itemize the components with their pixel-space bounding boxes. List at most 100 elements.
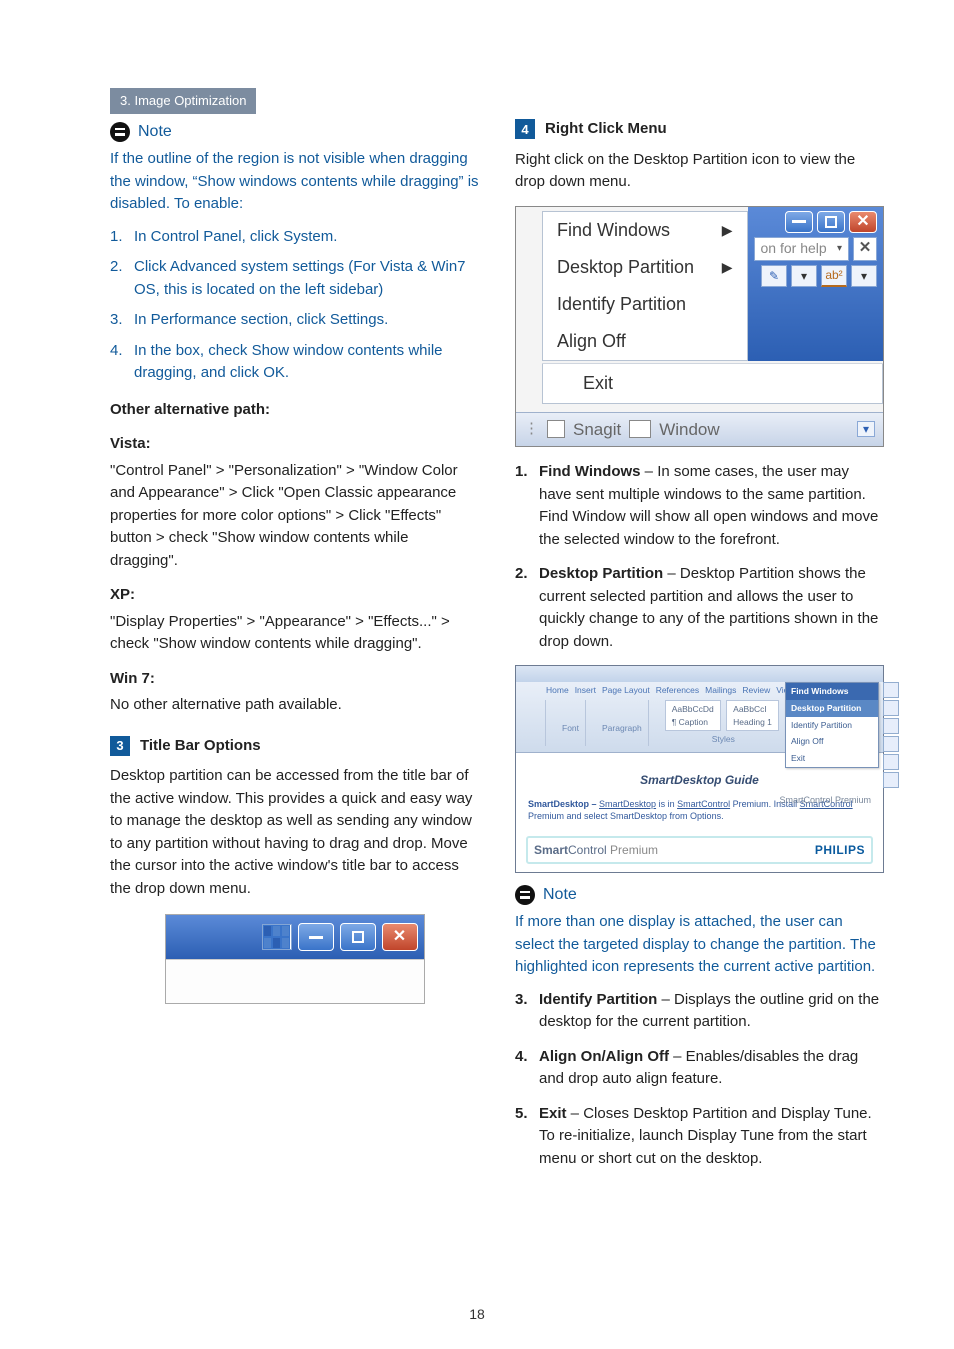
partition-icon	[883, 736, 899, 752]
section-4-number: 4	[515, 119, 535, 139]
step-3: 3.In Performance section, click Settings…	[110, 309, 479, 332]
context-menu: Find Windows▶ Desktop Partition▶ Identif…	[542, 211, 748, 361]
menu-exit: Exit	[542, 364, 883, 404]
popup-align-off: Align Off	[786, 733, 878, 750]
vista-text: "Control Panel" > "Personalization" > "W…	[110, 460, 479, 573]
abc-highlight-icon: ab²	[821, 265, 847, 287]
window-label: Window	[659, 417, 719, 443]
vista-heading: Vista:	[110, 433, 479, 456]
tool-icon: ✎	[761, 265, 787, 287]
step-1: 1.In Control Panel, click System.	[110, 226, 479, 249]
step-4: 4.In the box, check Show window contents…	[110, 340, 479, 385]
partition-icon	[883, 718, 899, 734]
style-preview: AaBbCcDd¶ Caption	[665, 700, 721, 732]
partition-icon	[883, 772, 899, 788]
side-partition-icons	[883, 682, 899, 788]
item-exit: 5.Exit – Closes Desktop Partition and Di…	[515, 1103, 884, 1171]
minimize-icon	[298, 923, 334, 951]
item-align-on-off: 4.Align On/Align Off – Enables/disables …	[515, 1046, 884, 1091]
close-icon: ✕	[849, 211, 877, 233]
word-titlebar	[516, 666, 883, 682]
win7-heading: Win 7:	[110, 668, 479, 691]
snagit-icon	[547, 420, 565, 438]
section-4-title: Right Click Menu	[545, 118, 667, 141]
smartcontrol-chip: SmartControl Premium	[779, 794, 871, 808]
item-find-windows: 1.Find Windows – In some cases, the user…	[515, 461, 884, 551]
section-3-heading: 3 Title Bar Options	[110, 735, 479, 758]
dropdown-icon: ▾	[791, 265, 817, 287]
right-click-list-2: 3.Identify Partition – Displays the outl…	[515, 989, 884, 1171]
note-text: If the outline of the region is not visi…	[110, 148, 479, 216]
word-window-figure: Home Insert Page Layout References Maili…	[515, 665, 884, 873]
popup-desktop-partition: Desktop Partition	[786, 700, 878, 717]
note-text-2: If more than one display is attached, th…	[515, 911, 884, 979]
section-3-text: Desktop partition can be accessed from t…	[110, 765, 479, 900]
note-icon	[110, 122, 130, 142]
menu-align-off: Align Off	[543, 323, 747, 360]
page-number: 18	[0, 1304, 954, 1325]
snagit-label: Snagit	[573, 417, 621, 443]
styles-group: AaBbCcDd¶ Caption AaBbCcIHeading 1 Style…	[659, 700, 788, 746]
menu-find-windows: Find Windows▶	[543, 212, 747, 249]
step-2: 2.Click Advanced system settings (For Vi…	[110, 256, 479, 301]
section-4-heading: 4 Right Click Menu	[515, 118, 884, 141]
note-heading: Note	[110, 120, 479, 144]
close-pane-icon: ✕	[853, 237, 877, 261]
left-column: Note If the outline of the region is not…	[110, 118, 479, 1182]
popup-exit: Exit	[786, 750, 878, 767]
note-icon	[515, 885, 535, 905]
tab-mailings: Mailings	[705, 684, 736, 697]
win7-text: No other alternative path available.	[110, 694, 479, 717]
doc-title: SmartDesktop Guide	[528, 771, 871, 789]
menu-identify-partition: Identify Partition	[543, 286, 747, 323]
capture-icon	[629, 420, 651, 438]
item-identify-partition: 3.Identify Partition – Displays the outl…	[515, 989, 884, 1034]
clipboard-group	[520, 700, 546, 746]
tab-review: Review	[742, 684, 770, 697]
item-desktop-partition: 2.Desktop Partition – Desktop Partition …	[515, 563, 884, 653]
right-click-list-1: 1.Find Windows – In some cases, the user…	[515, 461, 884, 653]
partition-icon	[883, 682, 899, 698]
tab-home: Home	[546, 684, 569, 697]
note-title-2: Note	[543, 883, 577, 907]
enable-steps-list: 1.In Control Panel, click System. 2.Clic…	[110, 226, 479, 385]
two-column-layout: Note If the outline of the region is not…	[110, 118, 884, 1182]
titlebar-figure: ✕	[165, 914, 425, 1004]
note-title: Note	[138, 120, 172, 144]
partition-icon	[883, 754, 899, 770]
context-menu-figure: Find Windows▶ Desktop Partition▶ Identif…	[515, 206, 884, 448]
partition-icon	[883, 700, 899, 716]
close-icon: ✕	[382, 923, 418, 951]
section-4-text: Right click on the Desktop Partition ico…	[515, 149, 884, 194]
partition-grid-icon	[262, 924, 292, 950]
popup-identify-partition: Identify Partition	[786, 717, 878, 734]
right-column: 4 Right Click Menu Right click on the De…	[515, 118, 884, 1182]
chapter-badge: 3. Image Optimization	[110, 88, 256, 114]
xp-heading: XP:	[110, 584, 479, 607]
other-alt-heading: Other alternative path:	[110, 399, 479, 422]
partition-popup: Find Windows Desktop Partition Identify …	[785, 682, 879, 768]
note-heading-2: Note	[515, 883, 884, 907]
submenu-arrow-icon: ▶	[722, 220, 733, 241]
dropdown-icon: ▾	[851, 265, 877, 287]
section-3-title: Title Bar Options	[140, 735, 261, 758]
dropdown-icon: ▾	[857, 421, 875, 437]
menu-desktop-partition: Desktop Partition▶	[543, 249, 747, 286]
tab-page-layout: Page Layout	[602, 684, 650, 697]
titlebar-right: ✕ on for help▾ ✕ ✎ ▾ ab² ▾	[748, 207, 883, 361]
maximize-icon	[817, 211, 845, 233]
style-preview: AaBbCcIHeading 1	[726, 700, 779, 732]
smartcontrol-logo: SmartControl Premium	[534, 841, 658, 859]
xp-text: "Display Properties" > "Appearance" > "E…	[110, 611, 479, 656]
tab-references: References	[656, 684, 699, 697]
smartcontrol-footer: SmartControl Premium PHILIPS	[526, 836, 873, 864]
help-search-field: on for help▾	[754, 237, 849, 261]
dropdown-icon: ▾	[837, 241, 842, 256]
philips-logo: PHILIPS	[815, 841, 865, 859]
titlebar-figure-body	[166, 959, 424, 1003]
tab-insert: Insert	[575, 684, 596, 697]
paragraph-group: Paragraph	[596, 700, 649, 746]
minimize-icon	[785, 211, 813, 233]
font-group: Font	[556, 700, 586, 746]
taskbar-strip: ⋮ Snagit Window ▾	[516, 412, 883, 447]
